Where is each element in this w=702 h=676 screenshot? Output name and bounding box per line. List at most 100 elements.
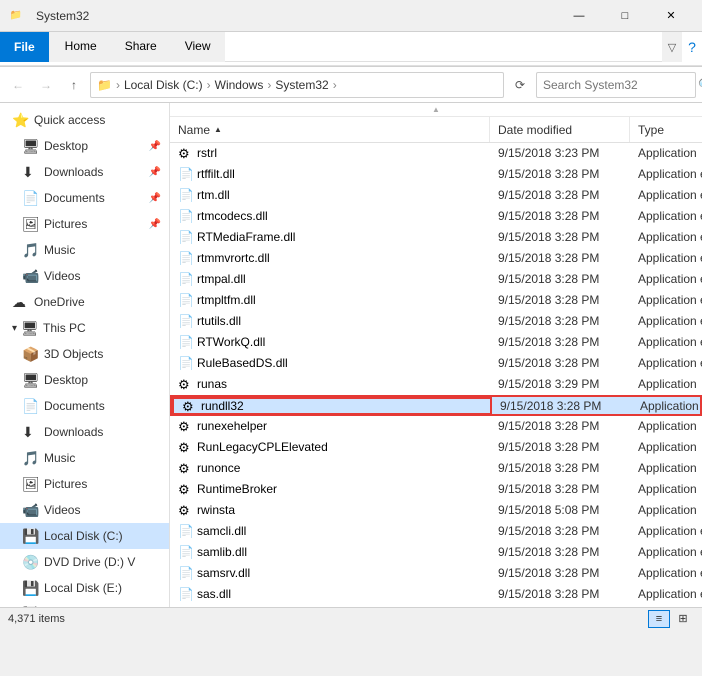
- sidebar-item-videos-qa[interactable]: 📹 Videos: [0, 263, 169, 289]
- file-date-cell: 9/15/2018 3:28 PM: [490, 440, 630, 454]
- refresh-button[interactable]: ⟳: [508, 73, 532, 97]
- file-type-cell: Application: [630, 482, 702, 496]
- sidebar-item-pictures-pc[interactable]: 🖼 Pictures: [0, 471, 169, 497]
- back-button[interactable]: ←: [6, 73, 30, 97]
- file-type-cell: Application: [630, 146, 702, 160]
- file-name: rstrl: [197, 146, 217, 160]
- help-button[interactable]: ?: [682, 32, 702, 62]
- tab-file[interactable]: File: [0, 32, 49, 62]
- tab-share[interactable]: Share: [111, 32, 171, 62]
- sidebar-item-documents-pc[interactable]: 📄 Documents: [0, 393, 169, 419]
- sidebar-item-music-pc[interactable]: 🎵 Music: [0, 445, 169, 471]
- sidebar-item-3dobjects[interactable]: 📦 3D Objects: [0, 341, 169, 367]
- file-date-cell: 9/15/2018 3:28 PM: [490, 566, 630, 580]
- table-row[interactable]: ⚙ runas 9/15/2018 3:29 PM Application: [170, 374, 702, 395]
- search-input[interactable]: [543, 78, 698, 92]
- file-name-cell: ⚙ RunLegacyCPLElevated: [170, 440, 490, 454]
- col-date-header[interactable]: Date modified: [490, 117, 630, 142]
- sidebar: ⭐ Quick access 🖥 Desktop 📌 ⬇ Downloads 📌…: [0, 103, 170, 607]
- close-button[interactable]: ✕: [648, 0, 694, 32]
- table-row[interactable]: 📄 rtmpltfm.dll 9/15/2018 3:28 PM Applica…: [170, 290, 702, 311]
- sidebar-item-onedrive[interactable]: ☁ OneDrive: [0, 289, 169, 315]
- table-row[interactable]: 📄 rtmcodecs.dll 9/15/2018 3:28 PM Applic…: [170, 206, 702, 227]
- sidebar-item-documents-qa[interactable]: 📄 Documents 📌: [0, 185, 169, 211]
- sidebar-item-drive-e[interactable]: 💾 Local Disk (E:): [0, 575, 169, 601]
- table-row[interactable]: 📄 rtutils.dll 9/15/2018 3:28 PM Applicat…: [170, 311, 702, 332]
- file-name-cell: 📄 samlib.dll: [170, 545, 490, 559]
- sidebar-item-downloads-qa[interactable]: ⬇ Downloads 📌: [0, 159, 169, 185]
- table-row[interactable]: 📄 rtmpal.dll 9/15/2018 3:28 PM Applicati…: [170, 269, 702, 290]
- file-icon: 📄: [178, 209, 192, 223]
- ribbon-expand[interactable]: ▽: [662, 32, 682, 62]
- table-row[interactable]: 📄 rtmmvrortc.dll 9/15/2018 3:28 PM Appli…: [170, 248, 702, 269]
- col-name-header[interactable]: Name ▲: [170, 117, 490, 142]
- breadcrumb[interactable]: 📁 › Local Disk (C:) › Windows › System32…: [90, 72, 504, 98]
- sidebar-item-desktop-qa[interactable]: 🖥 Desktop 📌: [0, 133, 169, 159]
- table-row[interactable]: 📄 samsrv.dll 9/15/2018 3:28 PM Applicati…: [170, 563, 702, 584]
- file-name-cell: 📄 samcli.dll: [170, 524, 490, 538]
- sidebar-item-thispc[interactable]: ▾ 🖥 This PC: [0, 315, 169, 341]
- file-icon: 📄: [178, 188, 192, 202]
- file-name: rtmmvrortc.dll: [197, 251, 270, 265]
- sidebar-item-drive-c[interactable]: 💾 Local Disk (C:): [0, 523, 169, 549]
- sidebar-item-music-qa[interactable]: 🎵 Music: [0, 237, 169, 263]
- file-date-cell: 9/15/2018 3:29 PM: [490, 377, 630, 391]
- table-row[interactable]: 📄 samlib.dll 9/15/2018 3:28 PM Applicati…: [170, 542, 702, 563]
- file-date-cell: 9/15/2018 3:28 PM: [490, 524, 630, 538]
- table-row[interactable]: 📄 rtm.dll 9/15/2018 3:28 PM Application …: [170, 185, 702, 206]
- scroll-indicator-top: ▲: [170, 103, 702, 117]
- sidebar-item-drive-d[interactable]: 💿 DVD Drive (D:) V: [0, 549, 169, 575]
- file-list: ⚙ rstrl 9/15/2018 3:23 PM Application 📄 …: [170, 143, 702, 607]
- sidebar-item-downloads-pc[interactable]: ⬇ Downloads: [0, 419, 169, 445]
- sidebar-label: Pictures: [44, 217, 87, 231]
- file-type-cell: Application extens...: [630, 209, 702, 223]
- table-row[interactable]: 📄 sbe.dll 9/15/2018 3:28 PM Application …: [170, 605, 702, 607]
- search-box[interactable]: 🔍: [536, 72, 696, 98]
- forward-button[interactable]: →: [34, 73, 58, 97]
- minimize-button[interactable]: —: [556, 0, 602, 32]
- col-type-header[interactable]: Type: [630, 117, 702, 142]
- file-date-cell: 9/15/2018 3:28 PM: [490, 335, 630, 349]
- file-name: RTWorkQ.dll: [197, 335, 265, 349]
- sidebar-item-pictures-qa[interactable]: 🖼 Pictures 📌: [0, 211, 169, 237]
- table-row[interactable]: 📄 RTWorkQ.dll 9/15/2018 3:28 PM Applicat…: [170, 332, 702, 353]
- table-row[interactable]: ⚙ rstrl 9/15/2018 3:23 PM Application: [170, 143, 702, 164]
- file-list-header: Name ▲ Date modified Type: [170, 117, 702, 143]
- file-icon: 📄: [178, 314, 192, 328]
- file-date-cell: 9/15/2018 3:23 PM: [490, 146, 630, 160]
- sidebar-item-desktop-pc[interactable]: 🖥 Desktop: [0, 367, 169, 393]
- table-row[interactable]: 📄 rtffilt.dll 9/15/2018 3:28 PM Applicat…: [170, 164, 702, 185]
- sidebar-item-quick-access[interactable]: ⭐ Quick access: [0, 107, 169, 133]
- window-controls: — □ ✕: [556, 0, 694, 32]
- details-view-button[interactable]: ≡: [648, 610, 670, 628]
- sidebar-label: Documents: [44, 399, 105, 413]
- up-button[interactable]: ↑: [62, 73, 86, 97]
- pin-icon: 📌: [149, 167, 161, 178]
- table-row[interactable]: 📄 RuleBasedDS.dll 9/15/2018 3:28 PM Appl…: [170, 353, 702, 374]
- table-row[interactable]: 📄 RTMediaFrame.dll 9/15/2018 3:28 PM App…: [170, 227, 702, 248]
- table-row[interactable]: ⚙ rundll32 9/15/2018 3:28 PM Application: [170, 395, 702, 416]
- file-name: RuntimeBroker: [197, 482, 277, 496]
- window-title: System32: [32, 9, 556, 23]
- table-row[interactable]: ⚙ runonce 9/15/2018 3:28 PM Application: [170, 458, 702, 479]
- tab-view[interactable]: View: [171, 32, 225, 62]
- file-name: sas.dll: [197, 587, 231, 601]
- sidebar-label: Videos: [44, 503, 80, 517]
- file-name-cell: 📄 rtutils.dll: [170, 314, 490, 328]
- tab-home[interactable]: Home: [51, 32, 111, 62]
- table-row[interactable]: ⚙ runexehelper 9/15/2018 3:28 PM Applica…: [170, 416, 702, 437]
- tiles-view-button[interactable]: ⊞: [672, 610, 694, 628]
- maximize-button[interactable]: □: [602, 0, 648, 32]
- table-row[interactable]: ⚙ rwinsta 9/15/2018 5:08 PM Application: [170, 500, 702, 521]
- table-row[interactable]: ⚙ RuntimeBroker 9/15/2018 3:28 PM Applic…: [170, 479, 702, 500]
- scroll-up-arrow[interactable]: ▲: [432, 105, 440, 114]
- table-row[interactable]: ⚙ RunLegacyCPLElevated 9/15/2018 3:28 PM…: [170, 437, 702, 458]
- table-row[interactable]: 📄 samcli.dll 9/15/2018 3:28 PM Applicati…: [170, 521, 702, 542]
- file-name-cell: ⚙ RuntimeBroker: [170, 482, 490, 496]
- sidebar-item-videos-pc[interactable]: 📹 Videos: [0, 497, 169, 523]
- file-name: rtmcodecs.dll: [197, 209, 268, 223]
- download-icon: ⬇: [22, 164, 38, 180]
- file-name: rtmpltfm.dll: [197, 293, 256, 307]
- table-row[interactable]: 📄 sas.dll 9/15/2018 3:28 PM Application …: [170, 584, 702, 605]
- sidebar-item-drive-f[interactable]: 💾 Local Disk (F:): [0, 601, 169, 607]
